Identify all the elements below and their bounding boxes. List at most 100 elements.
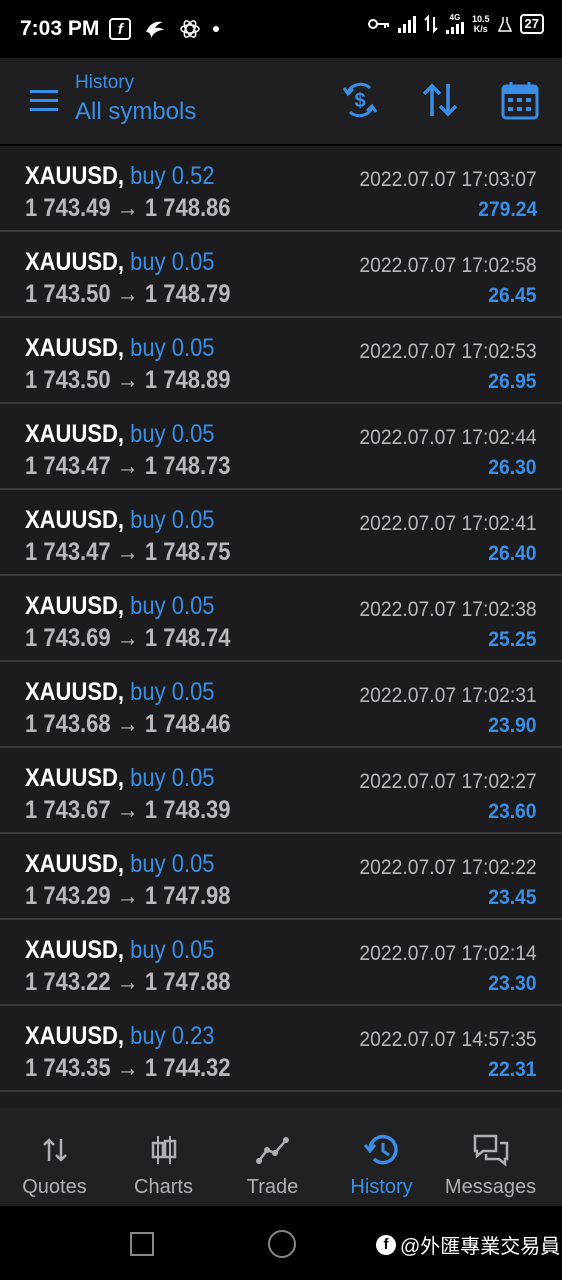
- deal-time: 2022.07.07 17:02:53: [359, 340, 537, 363]
- candlestick-icon: [151, 1136, 176, 1164]
- deal-profit: 23.30: [488, 972, 537, 995]
- network-speed-unit: K/s: [473, 24, 488, 34]
- deal-row[interactable]: XAUUSD, buy 0.05 1 743.67 → 1 748.39 2022.…: [0, 748, 562, 834]
- deal-row[interactable]: XAUUSD, buy 0.52 1 743.49 → 1 748.86 2022.…: [0, 146, 562, 232]
- deal-symbol: XAUUSD,: [25, 764, 125, 792]
- header-title: All symbols: [75, 98, 197, 125]
- deal-open-price: 1 743.68: [25, 710, 111, 738]
- deal-open-price: 1 743.50: [25, 366, 111, 394]
- deal-prices: 1 743.69 → 1 748.74: [25, 624, 231, 653]
- deal-side-volume: buy 0.05: [130, 248, 215, 276]
- deal-prices: 1 743.22 → 1 747.88: [25, 968, 231, 997]
- deal-side-volume: buy 0.05: [130, 420, 215, 448]
- network-speed: 10.5 K/s: [472, 14, 490, 34]
- recent-apps-button[interactable]: [130, 1232, 154, 1256]
- nav-history[interactable]: History: [327, 1108, 436, 1206]
- deal-symbol-line: XAUUSD, buy 0.05: [25, 678, 215, 707]
- nav-quotes[interactable]: Quotes: [0, 1108, 109, 1206]
- home-button[interactable]: [268, 1230, 296, 1258]
- deal-row[interactable]: XAUUSD, buy 0.05 1 743.50 → 1 748.89 2022.…: [0, 318, 562, 404]
- deal-time: 2022.07.07 17:02:41: [359, 512, 537, 535]
- app-notification-icon: [146, 21, 165, 38]
- deal-row[interactable]: XAUUSD, buy 0.05 1 743.68 → 1 748.46 2022.…: [0, 662, 562, 748]
- deal-row[interactable]: XAUUSD, buy 0.05 1 743.69 → 1 748.74 2022.…: [0, 576, 562, 662]
- deal-close-price: 1 747.88: [144, 968, 231, 996]
- deal-row[interactable]: XAUUSD, buy 0.23 1 743.35 → 1 744.32 2022.…: [0, 1006, 562, 1092]
- deal-profit: 26.95: [488, 370, 537, 393]
- deal-close-price: 1 748.86: [144, 194, 231, 222]
- deal-side-volume: buy 0.05: [130, 850, 215, 878]
- sort-icon[interactable]: [418, 78, 462, 122]
- quotes-arrows-icon: [42, 1138, 67, 1162]
- price-arrow-icon: →: [116, 366, 139, 394]
- deal-prices: 1 743.50 → 1 748.79: [25, 280, 231, 309]
- calendar-icon[interactable]: [498, 78, 542, 122]
- nav-history-label: History: [350, 1176, 413, 1198]
- menu-icon[interactable]: [30, 90, 58, 112]
- nav-trade[interactable]: Trade: [218, 1108, 327, 1206]
- deal-side-volume: buy 0.05: [130, 334, 215, 362]
- deal-close-price: 1 748.73: [144, 452, 231, 480]
- deal-symbol: XAUUSD,: [25, 506, 125, 534]
- deal-close-price: 1 748.89: [144, 366, 231, 394]
- deal-side-volume: buy 0.05: [130, 764, 215, 792]
- currency-exchange-icon[interactable]: $: [338, 78, 382, 122]
- price-arrow-icon: →: [116, 194, 139, 222]
- deal-row[interactable]: XAUUSD, buy 0.05 1 743.47 → 1 748.73 2022.…: [0, 404, 562, 490]
- deal-row[interactable]: XAUUSD, buy 0.05 1 743.47 → 1 748.75 2022.…: [0, 490, 562, 576]
- deal-open-price: 1 743.47: [25, 538, 111, 566]
- deal-symbol-line: XAUUSD, buy 0.05: [25, 764, 215, 793]
- deal-prices: 1 743.67 → 1 748.39: [25, 796, 231, 825]
- history-list[interactable]: XAUUSD, buy 0.52 1 743.49 → 1 748.86 2022.…: [0, 146, 562, 1092]
- deal-open-price: 1 743.67: [25, 796, 111, 824]
- price-arrow-icon: →: [116, 882, 139, 910]
- deal-time: 2022.07.07 17:02:58: [359, 254, 537, 277]
- deal-time: 2022.07.07 17:02:38: [359, 598, 537, 621]
- deal-time: 2022.07.07 17:02:44: [359, 426, 537, 449]
- nav-quotes-label: Quotes: [22, 1176, 87, 1198]
- more-notifications-dot: [213, 26, 220, 32]
- price-arrow-icon: →: [116, 1054, 139, 1082]
- facebook-logo-icon: f: [376, 1234, 396, 1255]
- nav-messages[interactable]: Messages: [436, 1108, 545, 1206]
- deal-row[interactable]: XAUUSD, buy 0.05 1 743.50 → 1 748.79 2022.…: [0, 232, 562, 318]
- deal-symbol: XAUUSD,: [25, 334, 125, 362]
- data-transfer-icon: [424, 15, 438, 33]
- deal-prices: 1 743.29 → 1 747.98: [25, 882, 231, 911]
- deal-prices: 1 743.49 → 1 748.86: [25, 194, 231, 223]
- status-bar: 7:03 PM f 4G 10.5 K/s 27: [0, 0, 562, 58]
- price-arrow-icon: →: [116, 796, 139, 824]
- network-type: 4G: [449, 13, 461, 22]
- deal-close-price: 1 748.46: [144, 710, 231, 738]
- nav-charts[interactable]: Charts: [109, 1108, 218, 1206]
- deal-symbol: XAUUSD,: [25, 248, 125, 276]
- deal-time: 2022.07.07 17:02:22: [359, 856, 537, 879]
- deal-profit: 26.30: [488, 456, 537, 479]
- deal-side-volume: buy 0.23: [130, 1022, 215, 1050]
- deal-profit: 22.31: [488, 1058, 537, 1081]
- deal-time: 2022.07.07 17:03:07: [359, 168, 537, 191]
- deal-profit: 25.25: [488, 628, 537, 651]
- deal-open-price: 1 743.50: [25, 280, 111, 308]
- price-arrow-icon: →: [116, 538, 139, 566]
- key-icon: [368, 19, 389, 29]
- deal-close-price: 1 748.74: [144, 624, 231, 652]
- deal-side-volume: buy 0.52: [130, 162, 215, 190]
- deal-row[interactable]: XAUUSD, buy 0.05 1 743.22 → 1 747.88 2022.…: [0, 920, 562, 1006]
- deal-close-price: 1 744.32: [144, 1054, 231, 1082]
- price-arrow-icon: →: [116, 280, 139, 308]
- deal-row[interactable]: XAUUSD, buy 0.05 1 743.29 → 1 747.98 2022.…: [0, 834, 562, 920]
- deal-symbol-line: XAUUSD, buy 0.05: [25, 850, 215, 879]
- deal-time: 2022.07.07 17:02:27: [359, 770, 537, 793]
- atom-notification-icon: [180, 20, 201, 38]
- facebook-notification-icon: f: [109, 18, 132, 40]
- deal-open-price: 1 743.47: [25, 452, 111, 480]
- deal-open-price: 1 743.69: [25, 624, 111, 652]
- deal-symbol-line: XAUUSD, buy 0.52: [25, 162, 215, 191]
- deal-prices: 1 743.47 → 1 748.73: [25, 452, 231, 481]
- price-arrow-icon: →: [116, 452, 139, 480]
- deal-profit: 26.45: [488, 284, 537, 307]
- header-title-block[interactable]: History All symbols: [75, 72, 196, 126]
- price-arrow-icon: →: [116, 710, 139, 738]
- deal-symbol-line: XAUUSD, buy 0.05: [25, 420, 215, 449]
